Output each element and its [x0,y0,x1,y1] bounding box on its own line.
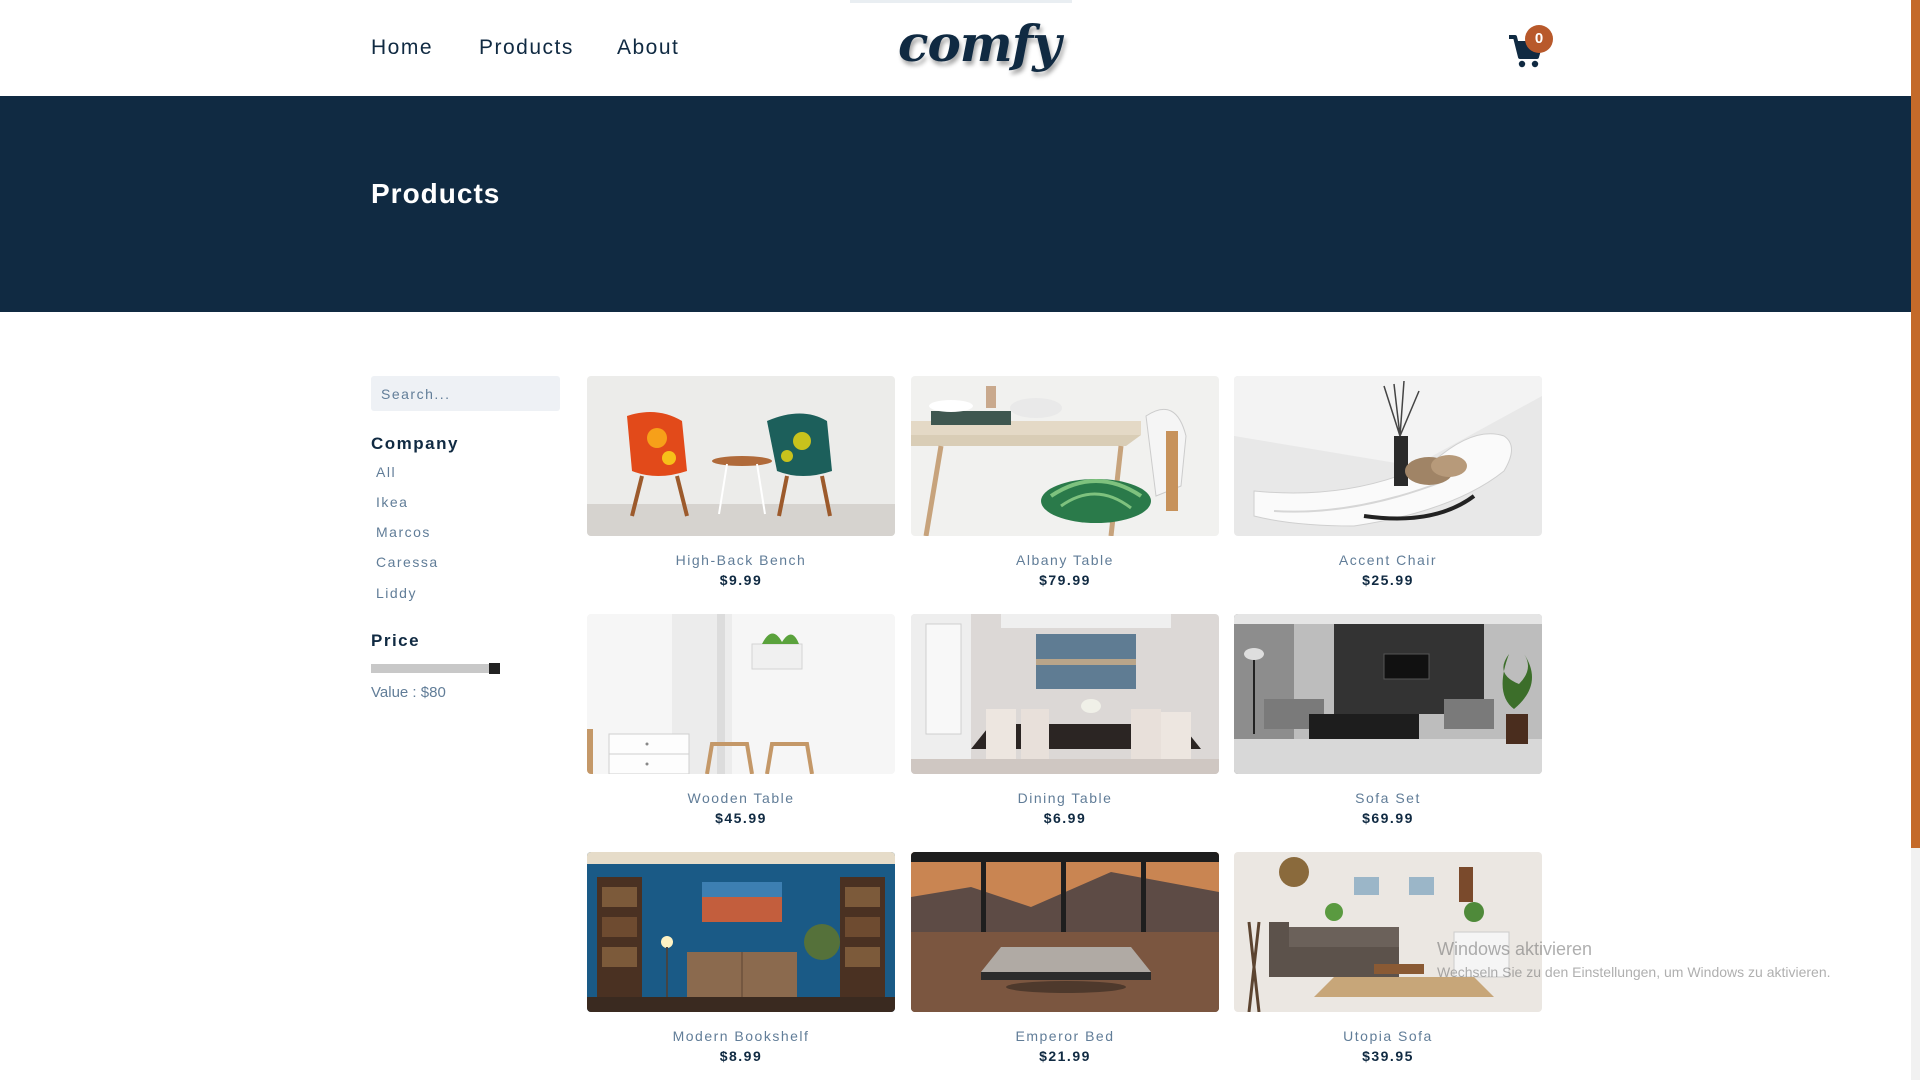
product-card[interactable]: Modern Bookshelf $8.99 [587,852,895,1067]
company-filter-liddy[interactable]: Liddy [376,585,417,601]
price-slider[interactable] [371,663,500,674]
product-image[interactable] [911,376,1219,536]
product-name: Wooden Table [687,790,795,806]
product-card[interactable]: Albany Table $79.99 [911,376,1219,591]
product-image[interactable] [587,376,895,536]
product-card[interactable]: Emperor Bed $21.99 [911,852,1219,1067]
windows-watermark-title: Windows aktivieren [1437,939,1593,959]
logo[interactable]: comfy [898,14,1061,73]
product-price: $9.99 [719,572,763,588]
page-title: Products [371,178,501,209]
product-price: $8.99 [719,1048,763,1064]
product-image[interactable] [1234,614,1542,774]
price-value-label: Value : $80 [371,684,446,701]
price-slider-fill [371,664,500,673]
product-name: High-Back Bench [675,552,807,568]
cart-count-badge: 0 [1525,25,1553,53]
product-price: $69.99 [1362,810,1414,826]
product-card[interactable]: Accent Chair $25.99 [1234,376,1542,591]
product-price: $21.99 [1039,1048,1091,1064]
navbar: Home Products About comfy 0 [0,0,1911,96]
price-slider-thumb[interactable] [489,663,500,674]
logo-accent-bar [850,0,1072,3]
product-name: Sofa Set [1355,790,1421,806]
product-image[interactable] [911,614,1219,774]
company-filter-all[interactable]: All [376,464,396,480]
product-price: $79.99 [1039,572,1091,588]
price-heading: Price [371,631,421,650]
product-image[interactable] [587,852,895,1012]
product-name: Accent Chair [1338,552,1438,568]
page-scrollbar[interactable] [1911,0,1920,1080]
product-price: $39.95 [1362,1048,1414,1064]
product-price: $45.99 [715,810,767,826]
product-image[interactable] [1234,852,1542,1012]
windows-watermark-subtitle: Wechseln Sie zu den Einstellungen, um Wi… [1437,964,1831,980]
company-filter-ikea[interactable]: Ikea [376,494,408,510]
nav-link-about[interactable]: About [617,36,679,60]
product-card[interactable]: Sofa Set $69.99 [1234,614,1542,829]
product-name: Albany Table [1016,552,1114,568]
product-name: Emperor Bed [1015,1028,1115,1044]
nav-link-products[interactable]: Products [479,36,574,60]
nav-link-home[interactable]: Home [371,36,433,60]
company-filter-caressa[interactable]: Caressa [376,554,439,570]
search-input[interactable] [371,376,560,411]
product-card[interactable]: Wooden Table $45.99 [587,614,895,829]
product-name: Utopia Sofa [1343,1028,1433,1044]
product-image[interactable] [911,852,1219,1012]
product-image[interactable] [587,614,895,774]
company-filter-marcos[interactable]: Marcos [376,524,431,540]
scrollbar-thumb[interactable] [1911,0,1920,848]
product-card[interactable]: High-Back Bench $9.99 [587,376,895,591]
product-price: $25.99 [1362,572,1414,588]
product-name: Modern Bookshelf [672,1028,810,1044]
company-heading: Company [371,434,459,453]
product-card[interactable]: Dining Table $6.99 [911,614,1219,829]
product-name: Dining Table [1017,790,1113,806]
product-price: $6.99 [1043,810,1087,826]
page-hero: Products [0,96,1911,312]
product-image[interactable] [1234,376,1542,536]
